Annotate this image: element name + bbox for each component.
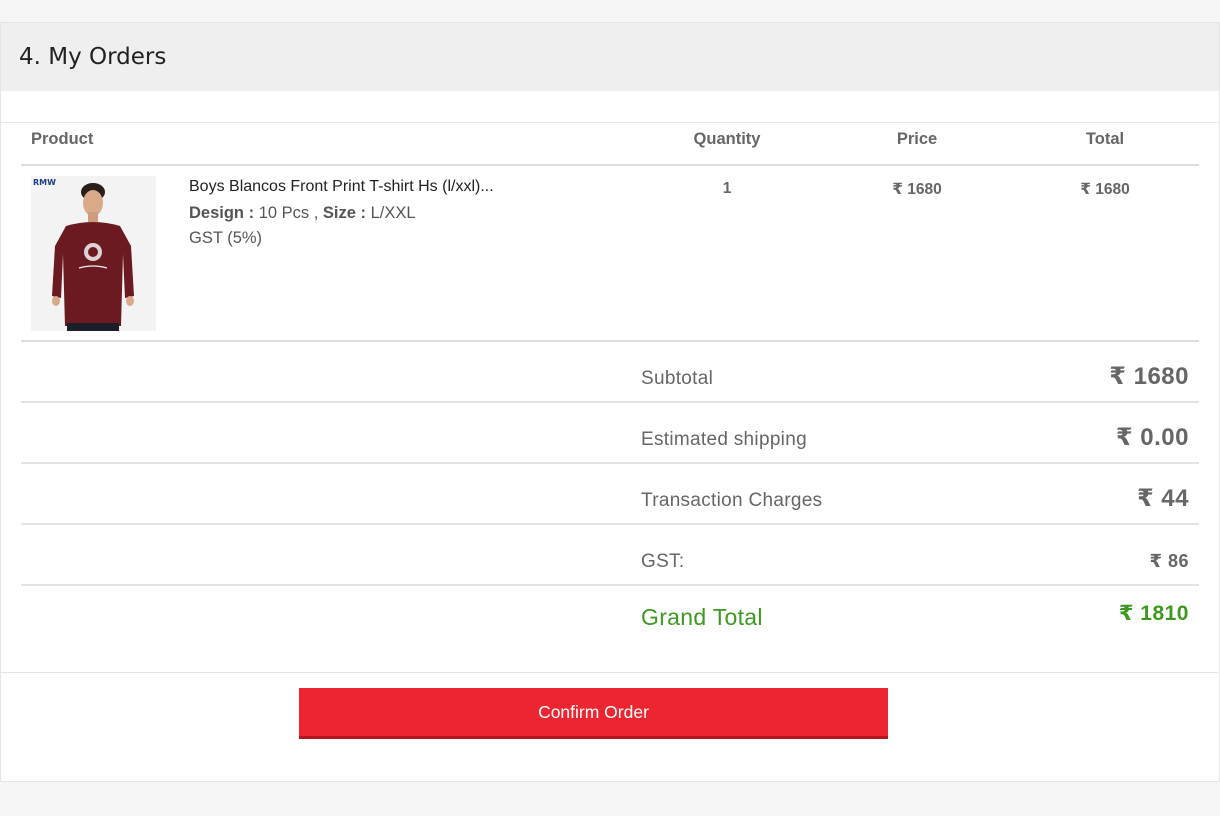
design-value: 10 Pcs [258,204,310,222]
size-label: Size : [322,204,367,222]
product-gst: GST (5%) [189,229,263,247]
design-label: Design : [189,204,255,222]
gst-label: GST: [641,551,685,572]
grand-total-value: ₹ 1810 [1118,602,1189,625]
subtotal-row: Subtotal ₹ 1680 [21,342,1199,403]
product-name[interactable]: Boys Blancos Front Print T-shirt Hs (l/x… [189,178,494,196]
product-price: ₹ 1680 [892,181,942,198]
orders-table: Product Quantity Price Total RMW Boys Bl… [21,120,1199,647]
product-thumbnail[interactable]: RMW [31,176,156,331]
shipping-value: ₹ 0.00 [1115,424,1189,451]
transaction-value: ₹ 44 [1136,485,1189,512]
size-value: L/XXL [370,204,416,222]
product-total: ₹ 1680 [1080,181,1130,198]
grand-total-label: Grand Total [641,604,763,630]
table-row: RMW Boys Blancos Front Print T-shirt Hs … [21,166,1199,342]
spacer [1,91,1219,123]
table-header: Product Quantity Price Total [21,120,1199,166]
product-variant: Design : 10 Pcs , Size : L/XXL [189,204,416,222]
action-bar: Confirm Order [0,672,1218,759]
subtotal-value: ₹ 1680 [1109,363,1189,390]
shipping-row: Estimated shipping ₹ 0.00 [21,403,1199,464]
section-title: 4. My Orders [19,44,167,70]
column-quantity: Quantity [693,130,761,148]
gst-value: ₹ 86 [1149,551,1189,571]
transaction-label: Transaction Charges [641,490,823,511]
column-price: Price [896,130,938,148]
column-total: Total [1085,130,1125,148]
grand-total-row: Grand Total ₹ 1810 [21,586,1199,647]
product-quantity: 1 [722,180,732,197]
tshirt-product-photo-icon: RMW [31,176,156,331]
transaction-row: Transaction Charges ₹ 44 [21,464,1199,525]
brand-logo: RMW [33,178,56,187]
confirm-order-button[interactable]: Confirm Order [299,688,888,739]
shipping-label: Estimated shipping [641,429,807,450]
gst-row: GST: ₹ 86 [21,525,1199,586]
section-header: 4. My Orders [1,23,1219,91]
subtotal-label: Subtotal [641,368,714,389]
column-product: Product [31,130,94,148]
